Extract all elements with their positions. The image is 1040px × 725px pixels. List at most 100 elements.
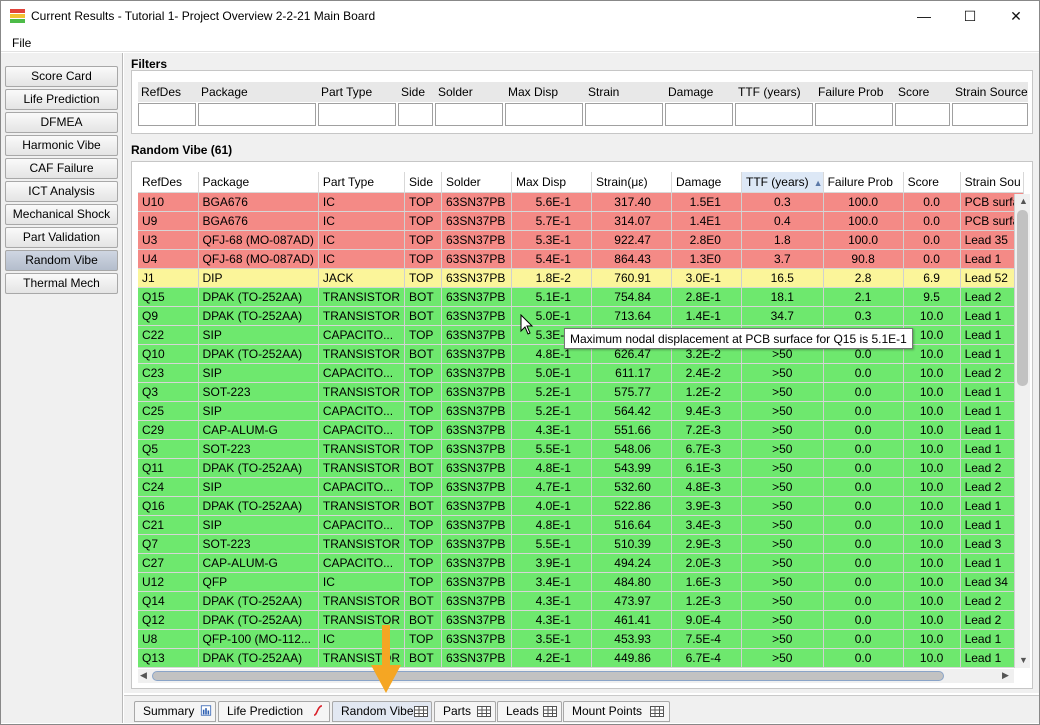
filter-input-max-disp[interactable] — [505, 103, 583, 126]
table-cell: U12 — [138, 572, 199, 592]
scroll-left-icon[interactable]: ◀ — [140, 670, 147, 681]
table-row[interactable]: Q5 SOT-223 TRANSISTOR TOP 63SN37PB 5.5E-1 548.… — [138, 439, 1025, 459]
sidebar-item-score-card[interactable]: Score Card — [5, 66, 118, 87]
sidebar-item-thermal-mech[interactable]: Thermal Mech — [5, 273, 118, 294]
vertical-scrollbar[interactable]: ▲ ▼ — [1014, 194, 1030, 668]
close-button[interactable]: ✕ — [993, 1, 1039, 31]
table-row[interactable]: Q12 DPAK (TO-252AA) TRANSISTOR BOT 63SN37PB 4… — [138, 610, 1025, 630]
table-row[interactable]: C25 SIP CAPACITO... TOP 63SN37PB 5.2E-1 564.42… — [138, 401, 1025, 421]
tab-summary[interactable]: Summary — [134, 701, 216, 722]
column-header-label: Strain(με) — [595, 174, 648, 189]
tab-mount-points[interactable]: Mount Points — [563, 701, 670, 722]
table-cell: JACK — [318, 268, 405, 288]
table-row[interactable]: C29 CAP-ALUM-G CAPACITO... TOP 63SN37PB 4.3E-… — [138, 420, 1025, 440]
column-header[interactable]: TTF (years) ▲ — [741, 172, 824, 193]
table-cell: BGA676 — [198, 192, 319, 212]
table-row[interactable]: C27 CAP-ALUM-G CAPACITO... TOP 63SN37PB 3.9E-… — [138, 553, 1025, 573]
scroll-down-icon[interactable]: ▼ — [1019, 655, 1028, 665]
table-cell: IC — [318, 572, 405, 592]
table-cell: TOP — [404, 363, 442, 383]
column-header-label: Damage — [675, 174, 722, 189]
column-header[interactable]: Side — [404, 172, 442, 193]
table-cell: 473.97 — [591, 591, 672, 611]
table-cell: 4.8E-3 — [671, 477, 742, 497]
table-cell: CAPACITO... — [318, 515, 405, 535]
column-header[interactable]: Strain Sou — [960, 172, 1025, 193]
horizontal-scroll-thumb[interactable] — [152, 671, 944, 681]
filter-input-score[interactable] — [895, 103, 950, 126]
table-row[interactable]: Q9 DPAK (TO-252AA) TRANSISTOR BOT 63SN37PB 5.… — [138, 306, 1025, 326]
table-row[interactable]: Q11 DPAK (TO-252AA) TRANSISTOR BOT 63SN37PB 4… — [138, 458, 1025, 478]
table-row[interactable]: Q13 DPAK (TO-252AA) TRANSISTOR BOT 63SN37PB 4… — [138, 648, 1025, 668]
table-row[interactable]: Q15 DPAK (TO-252AA) TRANSISTOR BOT 63SN37PB 5… — [138, 287, 1025, 307]
filter-input-failure-prob[interactable] — [815, 103, 893, 126]
column-header-label: Package — [202, 174, 250, 189]
table-cell: TRANSISTOR — [318, 344, 405, 364]
table-cell: 543.99 — [591, 458, 672, 478]
table-cell: U8 — [138, 629, 199, 649]
sidebar-item-harmonic-vibe[interactable]: Harmonic Vibe — [5, 135, 118, 156]
menu-file[interactable]: File — [12, 36, 31, 50]
column-header[interactable]: Package — [198, 172, 319, 193]
table-row[interactable]: Q16 DPAK (TO-252AA) TRANSISTOR BOT 63SN37PB 4… — [138, 496, 1025, 516]
vertical-scroll-thumb[interactable] — [1017, 210, 1028, 386]
table-cell: Q3 — [138, 382, 199, 402]
table-row[interactable]: Q3 SOT-223 TRANSISTOR TOP 63SN37PB 5.2E-1 575.… — [138, 382, 1025, 402]
sidebar-item-part-validation[interactable]: Part Validation — [5, 227, 118, 248]
table-row[interactable]: U3 QFJ-68 (MO-087AD) IC TOP 63SN37PB 5.3E-1 92… — [138, 230, 1025, 250]
table-cell: IC — [318, 192, 405, 212]
sidebar-item-ict-analysis[interactable]: ICT Analysis — [5, 181, 118, 202]
filter-input-solder[interactable] — [435, 103, 503, 126]
column-header[interactable]: Solder — [441, 172, 512, 193]
column-header[interactable]: Max Disp — [511, 172, 592, 193]
tab-parts[interactable]: Parts — [434, 701, 496, 722]
table-cell: 551.66 — [591, 420, 672, 440]
table-cell: 10.0 — [903, 477, 961, 497]
column-header[interactable]: Score — [903, 172, 961, 193]
tab-random-vibe[interactable]: Random Vibe — [332, 701, 432, 722]
table-row[interactable]: Q7 SOT-223 TRANSISTOR TOP 63SN37PB 5.5E-1 510.… — [138, 534, 1025, 554]
tab-life-prediction[interactable]: Life Prediction — [218, 701, 330, 722]
sidebar-item-mechanical-shock[interactable]: Mechanical Shock — [5, 204, 118, 225]
table-row[interactable]: U12 QFP IC TOP 63SN37PB 3.4E-1 484.80 1.6E-3 >50… — [138, 572, 1025, 592]
filter-input-part-type[interactable] — [318, 103, 396, 126]
column-header[interactable]: Part Type — [318, 172, 405, 193]
table-row[interactable]: C24 SIP CAPACITO... TOP 63SN37PB 4.7E-1 532.60… — [138, 477, 1025, 497]
filter-input-refdes[interactable] — [138, 103, 196, 126]
sidebar-item-dfmea[interactable]: DFMEA — [5, 112, 118, 133]
horizontal-scrollbar[interactable]: ◀ ▶ — [138, 669, 1014, 683]
filter-input-side[interactable] — [398, 103, 433, 126]
table-cell: 10.0 — [903, 439, 961, 459]
table-cell: >50 — [741, 553, 824, 573]
filter-input-strain-source[interactable] — [952, 103, 1028, 126]
table-row[interactable]: J1 DIP JACK TOP 63SN37PB 1.8E-2 760.91 3.0E-1 16… — [138, 268, 1025, 288]
tab-leads[interactable]: Leads — [497, 701, 562, 722]
filter-input-strain[interactable] — [585, 103, 663, 126]
table-cell: 0.0 — [823, 477, 904, 497]
table-cell: BOT — [404, 496, 442, 516]
table-row[interactable]: U9 BGA676 IC TOP 63SN37PB 5.7E-1 314.07 1.4E1 0.… — [138, 211, 1025, 231]
sidebar-item-caf-failure[interactable]: CAF Failure — [5, 158, 118, 179]
scroll-right-icon[interactable]: ▶ — [1002, 670, 1009, 681]
column-header[interactable]: Failure Prob — [823, 172, 904, 193]
table-cell: 6.7E-4 — [671, 648, 742, 668]
scroll-up-icon[interactable]: ▲ — [1019, 196, 1028, 206]
table-cell: Q10 — [138, 344, 199, 364]
table-row[interactable]: C21 SIP CAPACITO... TOP 63SN37PB 4.8E-1 516.64… — [138, 515, 1025, 535]
column-header[interactable]: RefDes — [138, 172, 199, 193]
filter-input-damage[interactable] — [665, 103, 733, 126]
filter-input-ttf-years[interactable] — [735, 103, 813, 126]
column-header[interactable]: Strain(με) — [591, 172, 672, 193]
table-row[interactable]: U10 BGA676 IC TOP 63SN37PB 5.6E-1 317.40 1.5E1 0… — [138, 192, 1025, 212]
column-header[interactable]: Damage — [671, 172, 742, 193]
filter-input-package[interactable] — [198, 103, 316, 126]
table-cell: TRANSISTOR — [318, 591, 405, 611]
minimize-button[interactable]: — — [901, 1, 947, 31]
sidebar-item-life-prediction[interactable]: Life Prediction — [5, 89, 118, 110]
maximize-button[interactable]: ☐ — [947, 1, 993, 31]
table-row[interactable]: U8 QFP-100 (MO-112... IC TOP 63SN37PB 3.5E-1 4… — [138, 629, 1025, 649]
table-row[interactable]: U4 QFJ-68 (MO-087AD) IC TOP 63SN37PB 5.4E-1 86… — [138, 249, 1025, 269]
table-row[interactable]: Q14 DPAK (TO-252AA) TRANSISTOR BOT 63SN37PB 4… — [138, 591, 1025, 611]
table-row[interactable]: C23 SIP CAPACITO... TOP 63SN37PB 5.0E-1 611.17… — [138, 363, 1025, 383]
sidebar-item-random-vibe[interactable]: Random Vibe — [5, 250, 118, 271]
